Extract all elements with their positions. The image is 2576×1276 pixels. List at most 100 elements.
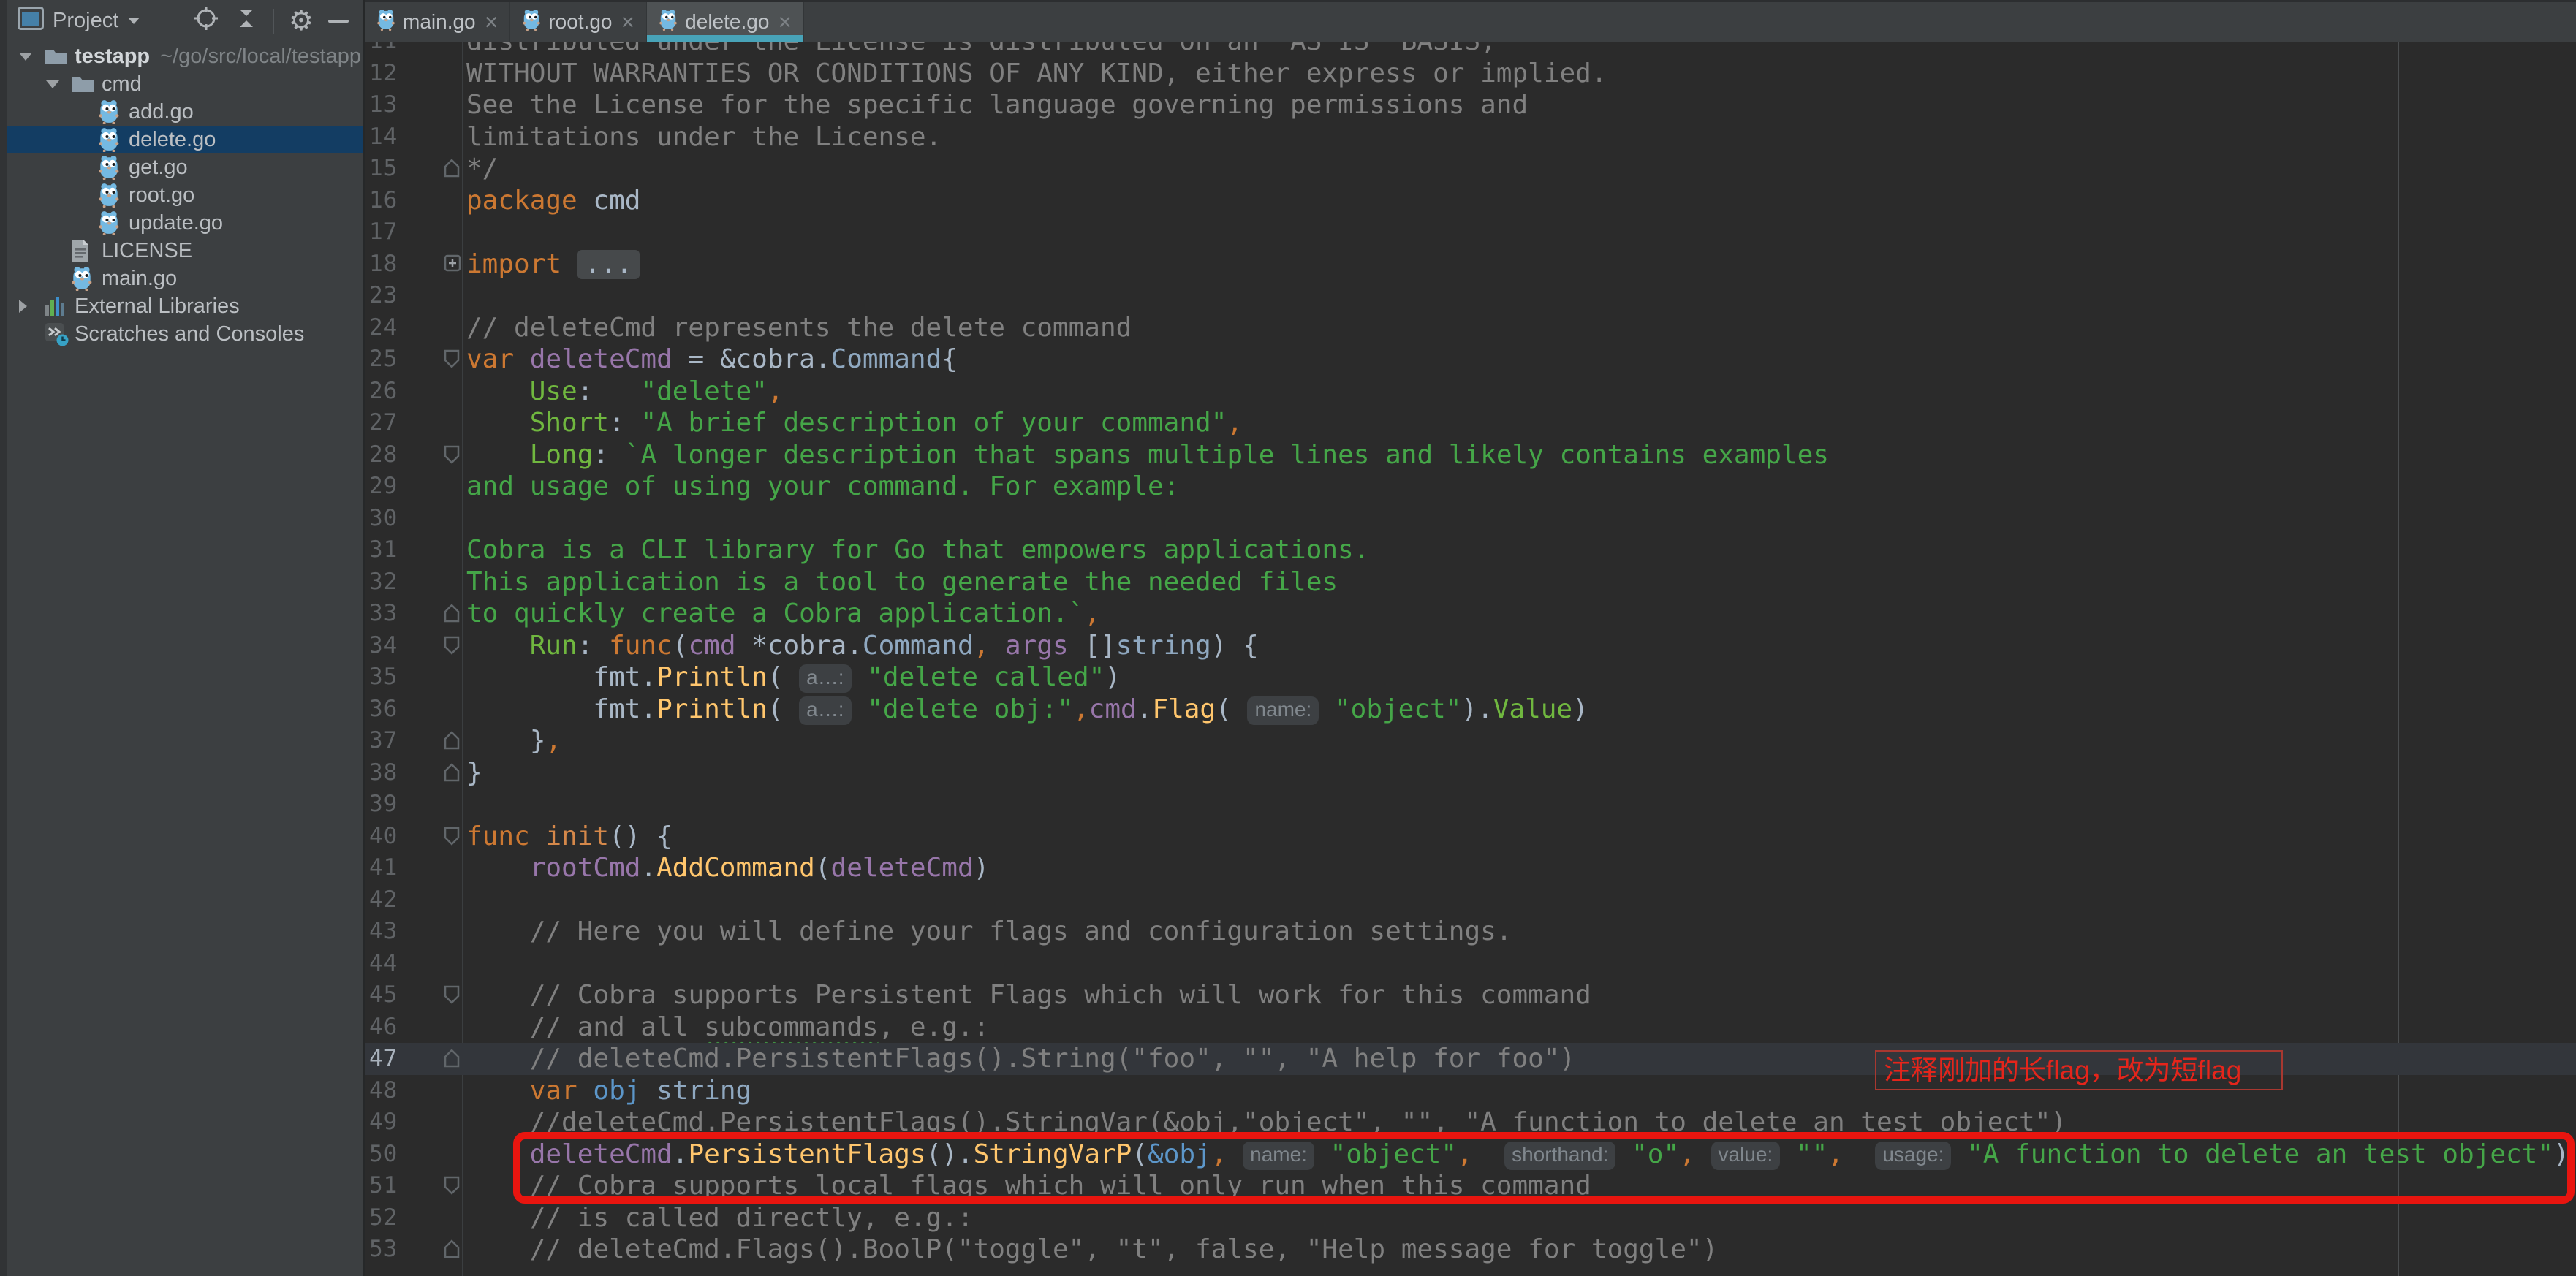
go-file-icon bbox=[98, 127, 120, 152]
tree-item-update.go[interactable]: update.go bbox=[7, 209, 363, 237]
expanded-arrow-icon[interactable] bbox=[19, 53, 44, 61]
code-line-32[interactable]: 32This application is a tool to generate… bbox=[365, 566, 2576, 599]
fold-marker[interactable] bbox=[444, 763, 460, 782]
fold-marker[interactable] bbox=[444, 731, 460, 750]
code-line-44[interactable]: 44 bbox=[365, 948, 2576, 980]
code-text: to quickly create a Cobra application.`, bbox=[466, 598, 1100, 630]
close-icon[interactable]: × bbox=[485, 10, 499, 34]
line-number: 37 bbox=[369, 725, 398, 757]
code-line-12[interactable]: 12WITHOUT WARRANTIES OR CONDITIONS OF AN… bbox=[365, 58, 2576, 90]
fold-marker[interactable] bbox=[444, 1049, 460, 1068]
code-line-31[interactable]: 31Cobra is a CLI library for Go that emp… bbox=[365, 534, 2576, 566]
hide-panel-icon[interactable] bbox=[328, 20, 349, 23]
go-icon bbox=[98, 210, 129, 235]
fold-end-icon bbox=[444, 604, 460, 623]
fold-collapse-icon bbox=[444, 636, 460, 655]
tree-item-root.go[interactable]: root.go bbox=[7, 181, 363, 209]
code-line-39[interactable]: 39 bbox=[365, 789, 2576, 821]
code-area[interactable]: 11distributed under the License is distr… bbox=[365, 0, 2576, 1276]
line-number: 35 bbox=[369, 661, 398, 694]
code-line-28[interactable]: 28 Long: `A longer description that span… bbox=[365, 439, 2576, 471]
go-file-icon bbox=[659, 9, 678, 31]
code-text: }, bbox=[466, 725, 561, 757]
tab-delete-go[interactable]: delete.go× bbox=[647, 2, 804, 42]
code-line-16[interactable]: 16package cmd bbox=[365, 185, 2576, 217]
fold-marker[interactable] bbox=[444, 1176, 460, 1195]
code-line-52[interactable]: 52 // is called directly, e.g.: bbox=[365, 1202, 2576, 1234]
fold-marker[interactable] bbox=[444, 445, 460, 464]
fold-marker[interactable] bbox=[444, 159, 460, 178]
expanded-arrow-icon[interactable] bbox=[46, 80, 71, 88]
tree-item-add.go[interactable]: add.go bbox=[7, 98, 363, 126]
line-number: 13 bbox=[369, 89, 398, 121]
code-line-24[interactable]: 24// deleteCmd represents the delete com… bbox=[365, 312, 2576, 344]
tree-item-external-libraries[interactable]: External Libraries bbox=[7, 292, 363, 320]
tree-item-scratches-and-consoles[interactable]: Scratches and Consoles bbox=[7, 320, 363, 348]
close-icon[interactable]: × bbox=[621, 10, 634, 34]
folder-icon bbox=[71, 74, 96, 94]
tree-item-testapp[interactable]: testapp~/go/src/local/testapp bbox=[7, 42, 363, 70]
code-line-27[interactable]: 27 Short: "A brief description of your c… bbox=[365, 407, 2576, 439]
code-line-34[interactable]: 34 Run: func(cmd *cobra.Command, args []… bbox=[365, 630, 2576, 662]
code-line-14[interactable]: 14limitations under the License. bbox=[365, 121, 2576, 153]
close-icon[interactable]: × bbox=[778, 10, 792, 34]
tab-root-go[interactable]: root.go× bbox=[510, 2, 647, 42]
line-number: 47 bbox=[369, 1043, 398, 1075]
fold-marker[interactable] bbox=[444, 985, 460, 1004]
fold-marker[interactable] bbox=[444, 1239, 460, 1258]
collapsed-arrow-icon[interactable] bbox=[19, 300, 44, 313]
line-number: 29 bbox=[369, 471, 398, 503]
code-line-18[interactable]: 18import ... bbox=[365, 248, 2576, 281]
settings-gear-icon[interactable]: ⚙ bbox=[289, 10, 314, 32]
code-line-46[interactable]: 46 // and all subcommands, e.g.: bbox=[365, 1011, 2576, 1044]
code-line-13[interactable]: 13See the License for the specific langu… bbox=[365, 89, 2576, 121]
line-number: 25 bbox=[369, 343, 398, 376]
libs-icon bbox=[44, 295, 75, 317]
project-tool-window: Project ⚙ testapp~/go/src/local/testappc… bbox=[7, 0, 365, 1276]
fold-marker[interactable] bbox=[444, 349, 460, 368]
code-line-36[interactable]: 36 fmt.Println( a…: "delete obj:",cmd.Fl… bbox=[365, 694, 2576, 726]
parameter-hint: a…: bbox=[799, 696, 851, 725]
code-line-25[interactable]: 25var deleteCmd = &cobra.Command{ bbox=[365, 343, 2576, 376]
tree-item-delete.go[interactable]: delete.go bbox=[7, 126, 363, 153]
code-line-40[interactable]: 40func init() { bbox=[365, 821, 2576, 853]
code-line-43[interactable]: 43 // Here you will define your flags an… bbox=[365, 916, 2576, 948]
parameter-hint: a…: bbox=[799, 664, 851, 693]
doc-icon bbox=[71, 239, 102, 262]
code-line-26[interactable]: 26 Use: "delete", bbox=[365, 376, 2576, 408]
code-line-41[interactable]: 41 rootCmd.AddCommand(deleteCmd) bbox=[365, 852, 2576, 884]
code-line-35[interactable]: 35 fmt.Println( a…: "delete called") bbox=[365, 661, 2576, 694]
code-line-37[interactable]: 37 }, bbox=[365, 725, 2576, 757]
fold-marker[interactable] bbox=[444, 827, 460, 846]
toolbar-separator bbox=[273, 9, 274, 34]
code-line-33[interactable]: 33to quickly create a Cobra application.… bbox=[365, 598, 2576, 630]
code-line-45[interactable]: 45 // Cobra supports Persistent Flags wh… bbox=[365, 979, 2576, 1011]
go-icon bbox=[98, 183, 129, 208]
project-view-selector[interactable]: Project bbox=[7, 7, 193, 36]
code-line-23[interactable]: 23 bbox=[365, 280, 2576, 312]
code-line-38[interactable]: 38} bbox=[365, 757, 2576, 789]
code-line-53[interactable]: 53 // deleteCmd.Flags().BoolP("toggle", … bbox=[365, 1234, 2576, 1266]
code-text: // deleteCmd represents the delete comma… bbox=[466, 312, 1132, 344]
tree-item-main.go[interactable]: main.go bbox=[7, 265, 363, 292]
line-number: 15 bbox=[369, 153, 398, 185]
collapse-all-icon[interactable] bbox=[234, 5, 259, 37]
red-annotation-note: 注释刚加的长flag，改为短flag bbox=[1875, 1050, 2283, 1090]
code-text: Run: func(cmd *cobra.Command, args []str… bbox=[466, 630, 1259, 662]
tab-main-go[interactable]: main.go× bbox=[365, 2, 510, 42]
code-line-15[interactable]: 15 */ bbox=[365, 153, 2576, 185]
fold-marker[interactable] bbox=[444, 636, 460, 655]
code-line-29[interactable]: 29and usage of using your command. For e… bbox=[365, 471, 2576, 503]
tree-item-label: testapp bbox=[75, 45, 150, 69]
fold-marker[interactable] bbox=[444, 604, 460, 623]
fold-marker[interactable] bbox=[444, 254, 461, 272]
code-line-42[interactable]: 42 bbox=[365, 884, 2576, 916]
code-text: */ bbox=[466, 153, 498, 185]
tree-item-license[interactable]: LICENSE bbox=[7, 237, 363, 265]
code-line-17[interactable]: 17 bbox=[365, 216, 2576, 248]
code-line-30[interactable]: 30 bbox=[365, 503, 2576, 535]
ide-window: Project ⚙ testapp~/go/src/local/testappc… bbox=[0, 0, 2576, 1276]
tree-item-get.go[interactable]: get.go bbox=[7, 153, 363, 181]
locate-file-icon[interactable] bbox=[193, 5, 219, 37]
tree-item-cmd[interactable]: cmd bbox=[7, 70, 363, 98]
